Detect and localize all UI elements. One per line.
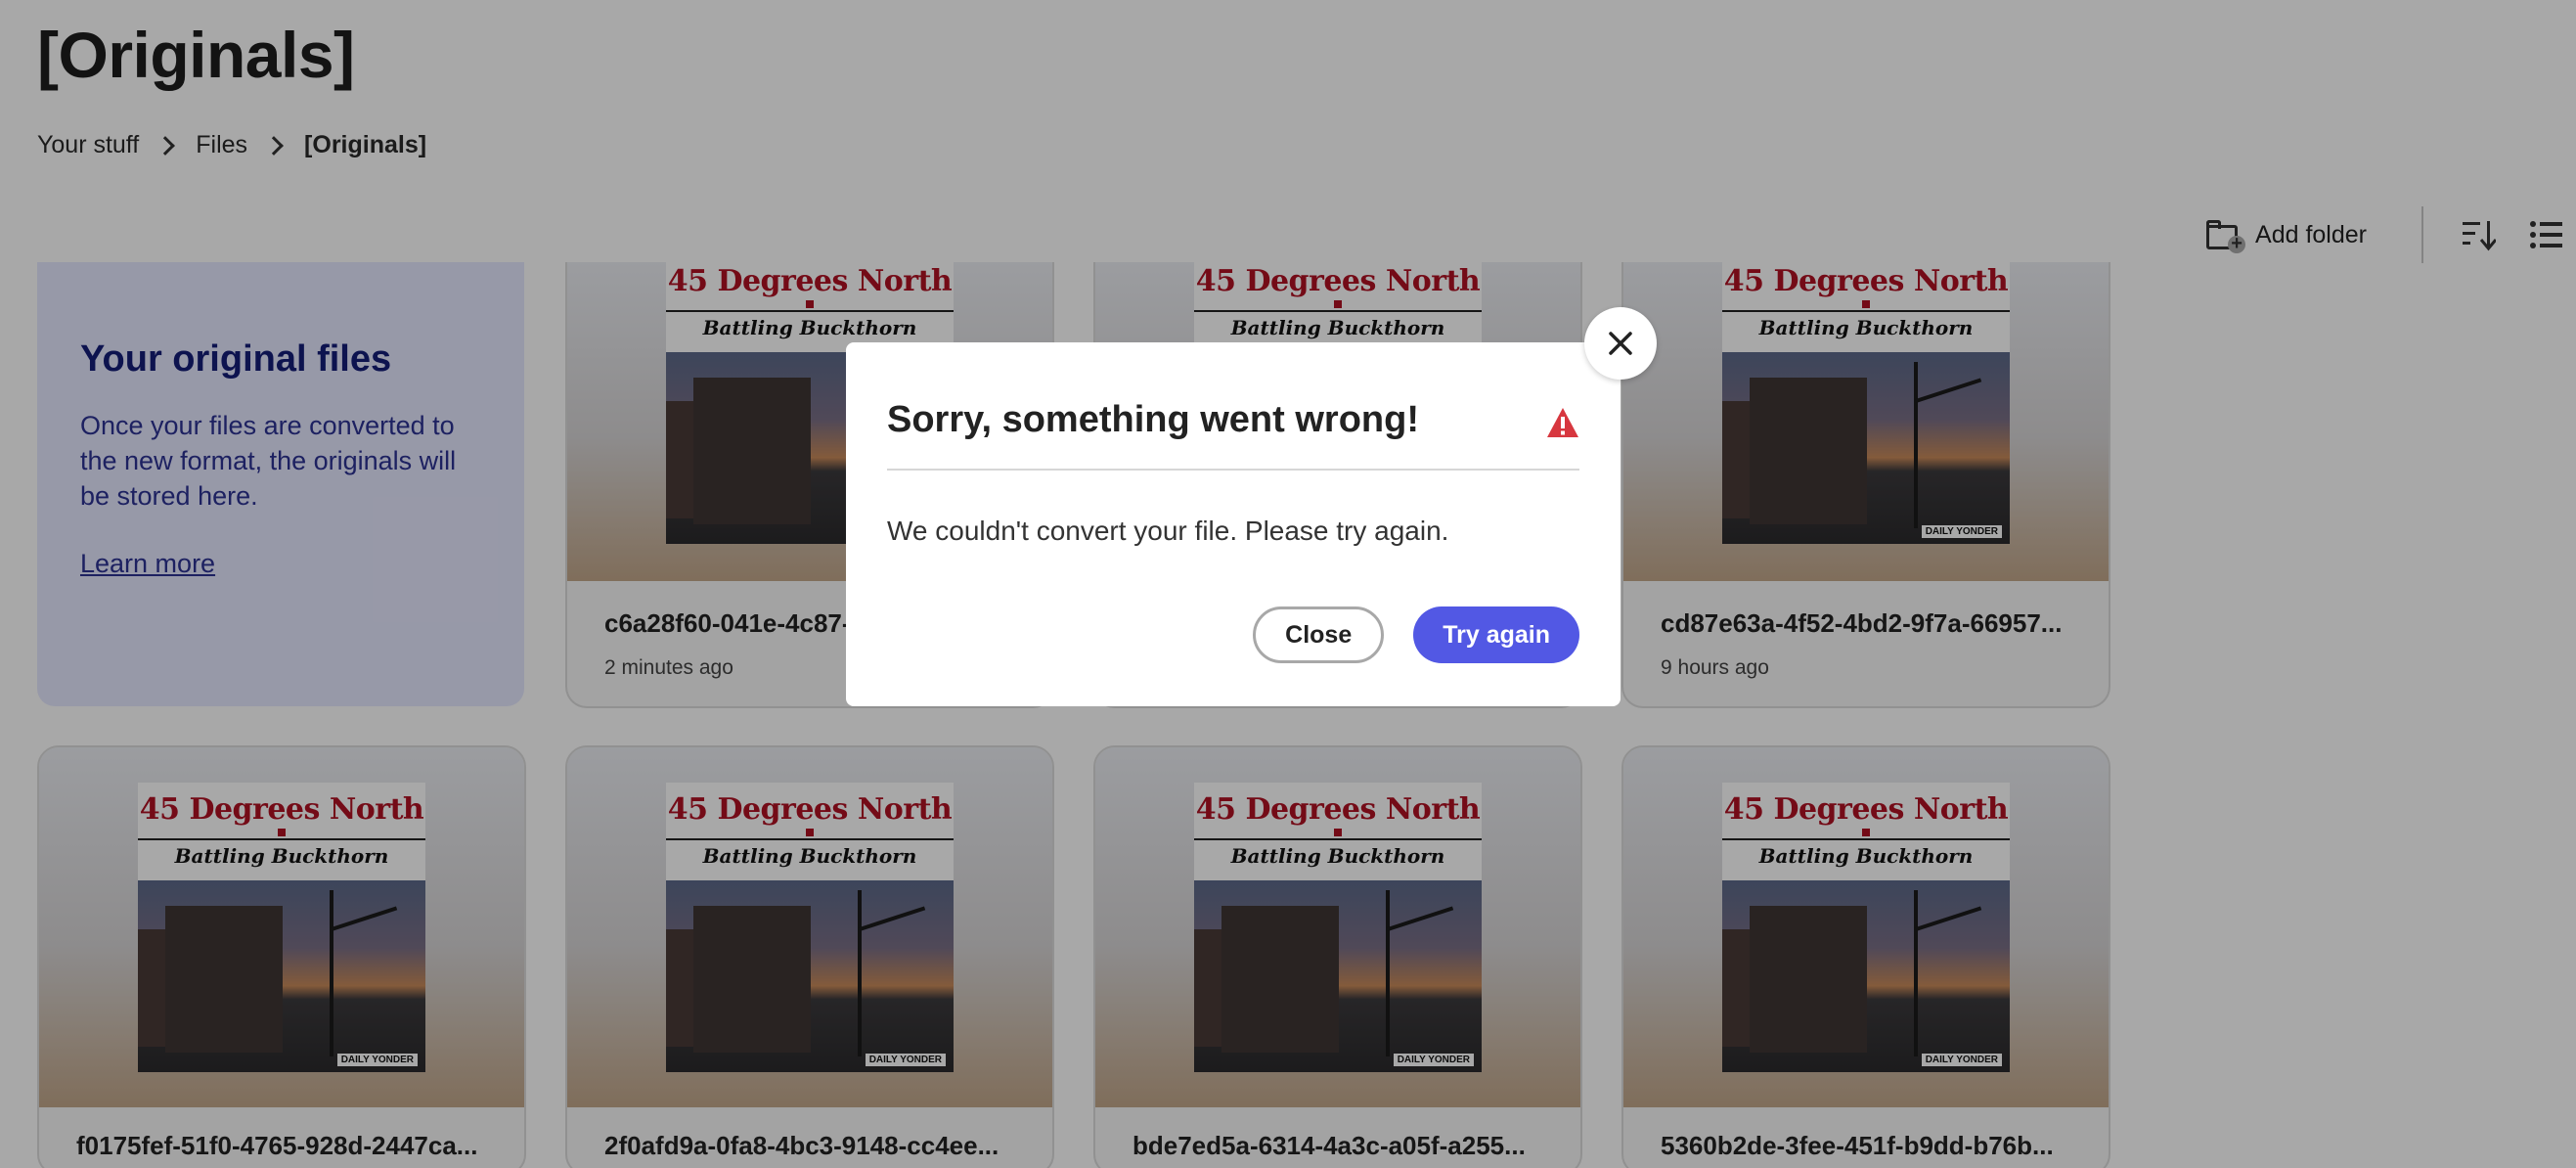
dialog-title: Sorry, something went wrong! — [887, 399, 1419, 440]
dialog-close-button[interactable] — [1584, 307, 1657, 380]
error-dialog: Sorry, something went wrong! We couldn't… — [846, 342, 1621, 706]
close-button[interactable]: Close — [1253, 606, 1385, 663]
dialog-divider — [887, 469, 1579, 471]
warning-icon — [1547, 408, 1578, 437]
close-icon — [1609, 332, 1632, 355]
dialog-actions: Close Try again — [1253, 606, 1579, 663]
try-again-button[interactable]: Try again — [1413, 606, 1579, 663]
dialog-message: We couldn't convert your file. Please tr… — [887, 516, 1449, 546]
